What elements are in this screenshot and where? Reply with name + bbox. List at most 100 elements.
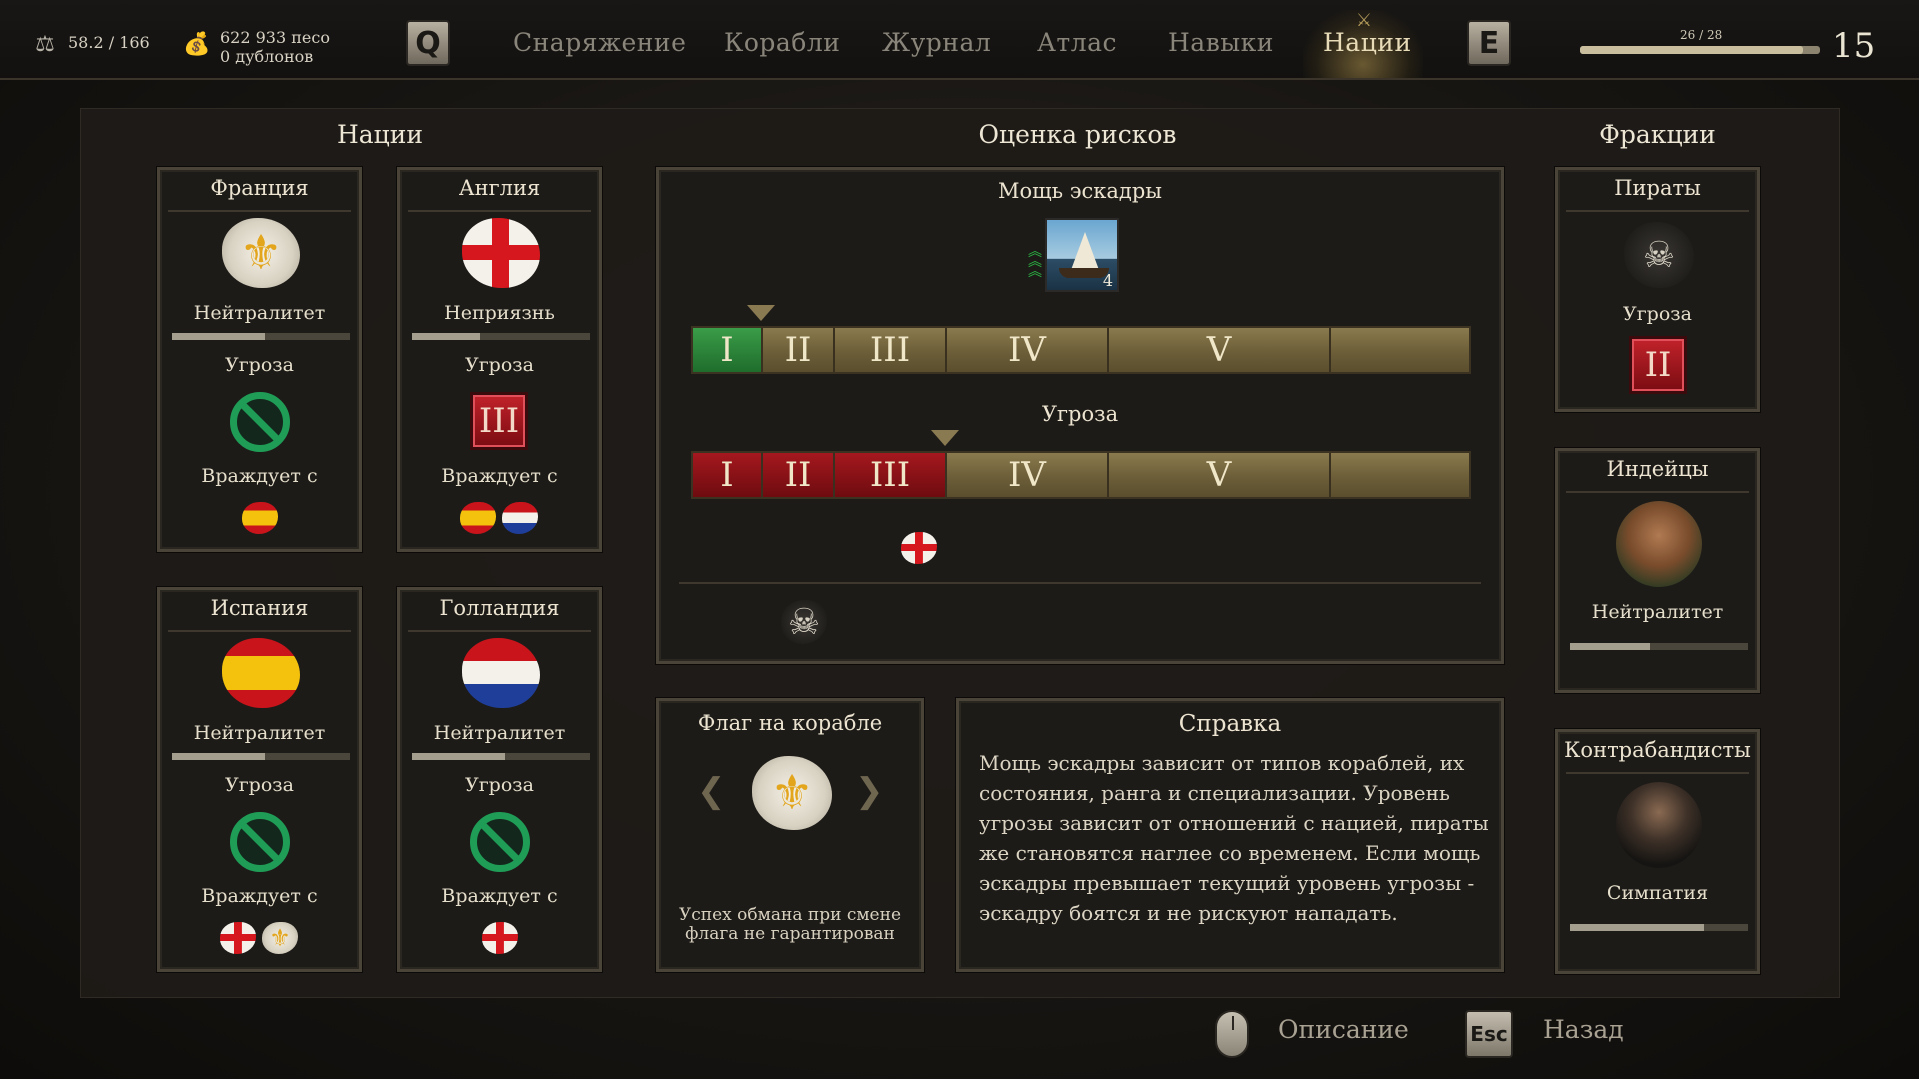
relation-label: Нейтралитет: [193, 302, 326, 324]
scale-segment-V: V: [1109, 328, 1331, 372]
faction-name: Пираты: [1614, 176, 1701, 200]
weight-stat: ⚖ 58.2 / 166: [32, 28, 150, 60]
threat-scale-label: Угроза: [1041, 402, 1119, 426]
england-flag-icon: [482, 922, 518, 954]
weight-icon: ⚖: [35, 31, 55, 57]
nation-card-england[interactable]: Англия Неприязнь Угроза III Враждует с: [396, 166, 603, 553]
scale-segment-IV: IV: [947, 328, 1109, 372]
no-threat-icon: [230, 812, 290, 872]
hostile-label: Враждует с: [441, 465, 558, 487]
ship-count: 4: [1102, 271, 1113, 290]
threat-label: Угроза: [465, 774, 534, 796]
tab-equipment[interactable]: Снаряжение: [513, 28, 686, 57]
next-flag-arrow-icon[interactable]: ❯: [855, 771, 884, 817]
pesos-value: 622 933 песо: [220, 28, 330, 47]
nation-card-spain[interactable]: Испания Нейтралитет Угроза Враждует с ⚜: [156, 586, 363, 973]
hostile-label: Враждует с: [201, 465, 318, 487]
threat-scale: I II III IV V: [691, 451, 1471, 499]
threat-level-badge: III: [470, 392, 528, 450]
relation-bar: [1570, 924, 1748, 931]
risk-heading: Оценка рисков: [978, 120, 1177, 149]
factions-heading: Фракции: [1599, 120, 1716, 149]
prev-tab-key[interactable]: Q: [406, 20, 450, 66]
england-flag-icon: [220, 922, 256, 954]
tab-skills[interactable]: Навыки: [1168, 28, 1274, 57]
tab-journal[interactable]: Журнал: [882, 28, 991, 57]
squadron-power-scale: I II III IV V: [691, 326, 1471, 374]
relation-label: Нейтралитет: [193, 722, 326, 744]
nations-heading: Нации: [336, 120, 424, 149]
help-line: состояния, ранга и специализации. Уровен…: [979, 781, 1450, 805]
england-flag-icon: [462, 218, 540, 288]
risk-assessment-panel: Мощь эскадры ︽ ︽ ︽ 4 I II III IV V Угроза I II I…: [655, 166, 1505, 665]
threat-level-marker: [931, 430, 959, 446]
rank-chevrons-icon: ︽ ︽ ︽: [1028, 244, 1042, 280]
divider: [168, 630, 351, 632]
describe-hint[interactable]: Описание: [1278, 1015, 1409, 1044]
relation-bar: [1570, 643, 1748, 650]
ship-flag-panel: Флаг на корабле ❮ ⚜ ❯ Успех обмана при с…: [655, 697, 925, 973]
flag-note: Успех обмана при смене флага не гарантир…: [669, 906, 911, 944]
england-flag-icon: [901, 532, 937, 564]
nation-card-france[interactable]: Франция ⚜ Нейтралитет Угроза Враждует с: [156, 166, 363, 553]
scale-segment-III: III: [835, 453, 947, 497]
money-stat: 💰 622 933 песо 0 дублонов: [183, 28, 330, 66]
threat-label: Угроза: [465, 354, 534, 376]
back-button[interactable]: Назад: [1543, 1015, 1624, 1044]
relation-label: Нейтралитет: [1591, 601, 1724, 623]
pirate-skull-icon: ☠: [1624, 222, 1694, 288]
tab-ships[interactable]: Корабли: [724, 28, 840, 57]
rank-progress-text: 26 / 28: [1680, 28, 1723, 42]
divider: [408, 210, 591, 212]
help-line: угрозы зависит от отношений с нацией, пи…: [979, 811, 1489, 835]
scale-segment-II: II: [763, 328, 835, 372]
relation-bar-fill: [1570, 643, 1651, 650]
power-level-marker: [747, 305, 775, 321]
tab-atlas[interactable]: Атлас: [1037, 28, 1117, 57]
faction-card-smugglers[interactable]: Контрабандисты Симпатия: [1554, 728, 1761, 975]
help-line: эскадру боятся и не рискуют нападать.: [979, 901, 1398, 925]
help-line: Мощь эскадры зависит от типов кораблей, …: [979, 751, 1465, 775]
relation-bar-fill: [412, 753, 505, 760]
tab-nations[interactable]: Нации: [1323, 28, 1412, 57]
divider: [1566, 491, 1749, 493]
holland-flag-icon: [502, 502, 538, 534]
help-line: эскадры превышает текущий уровень угрозы…: [979, 871, 1475, 895]
divider: [168, 210, 351, 212]
scale-segment-IV: IV: [947, 453, 1109, 497]
faction-card-pirates[interactable]: Пираты ☠ Угроза II: [1554, 166, 1761, 413]
mouse-icon: [1215, 1010, 1249, 1058]
flag-note-line: флага не гарантирован: [685, 924, 895, 944]
divider: [1566, 772, 1749, 774]
faction-name: Индейцы: [1606, 457, 1709, 481]
relation-bar: [172, 753, 350, 760]
faction-card-indians[interactable]: Индейцы Нейтралитет: [1554, 447, 1761, 694]
squadron-ship-icon[interactable]: 4: [1045, 218, 1119, 292]
france-flag-icon: ⚜: [222, 218, 300, 288]
relation-bar: [172, 333, 350, 340]
threat-level-badge: II: [1629, 336, 1687, 394]
no-threat-icon: [470, 812, 530, 872]
relation-label: Неприязнь: [444, 302, 555, 324]
no-threat-icon: [230, 392, 290, 452]
next-tab-key[interactable]: E: [1467, 20, 1511, 66]
divider: [1566, 210, 1749, 212]
help-title: Справка: [1178, 711, 1282, 737]
relation-bar-fill: [172, 753, 265, 760]
divider: [408, 630, 591, 632]
prev-flag-arrow-icon[interactable]: ❮: [697, 771, 726, 817]
esc-key-icon[interactable]: Esc: [1465, 1010, 1513, 1058]
rank-progress-bar: [1580, 46, 1820, 54]
smuggler-portrait-icon: [1616, 782, 1702, 868]
nation-card-holland[interactable]: Голландия Нейтралитет Угроза Враждует с: [396, 586, 603, 973]
spain-flag-icon: [222, 638, 300, 708]
spain-flag-icon: [242, 502, 278, 534]
nation-name: Голландия: [439, 596, 560, 620]
hostile-label: Враждует с: [441, 885, 558, 907]
pirate-skull-icon: ☠: [781, 600, 827, 644]
france-flag-icon: ⚜: [262, 922, 298, 954]
spain-flag-icon: [460, 502, 496, 534]
top-bar: ⚖ 58.2 / 166 💰 622 933 песо 0 дублонов Q…: [0, 0, 1919, 80]
relation-bar: [412, 333, 590, 340]
nation-name: Англия: [458, 176, 541, 200]
